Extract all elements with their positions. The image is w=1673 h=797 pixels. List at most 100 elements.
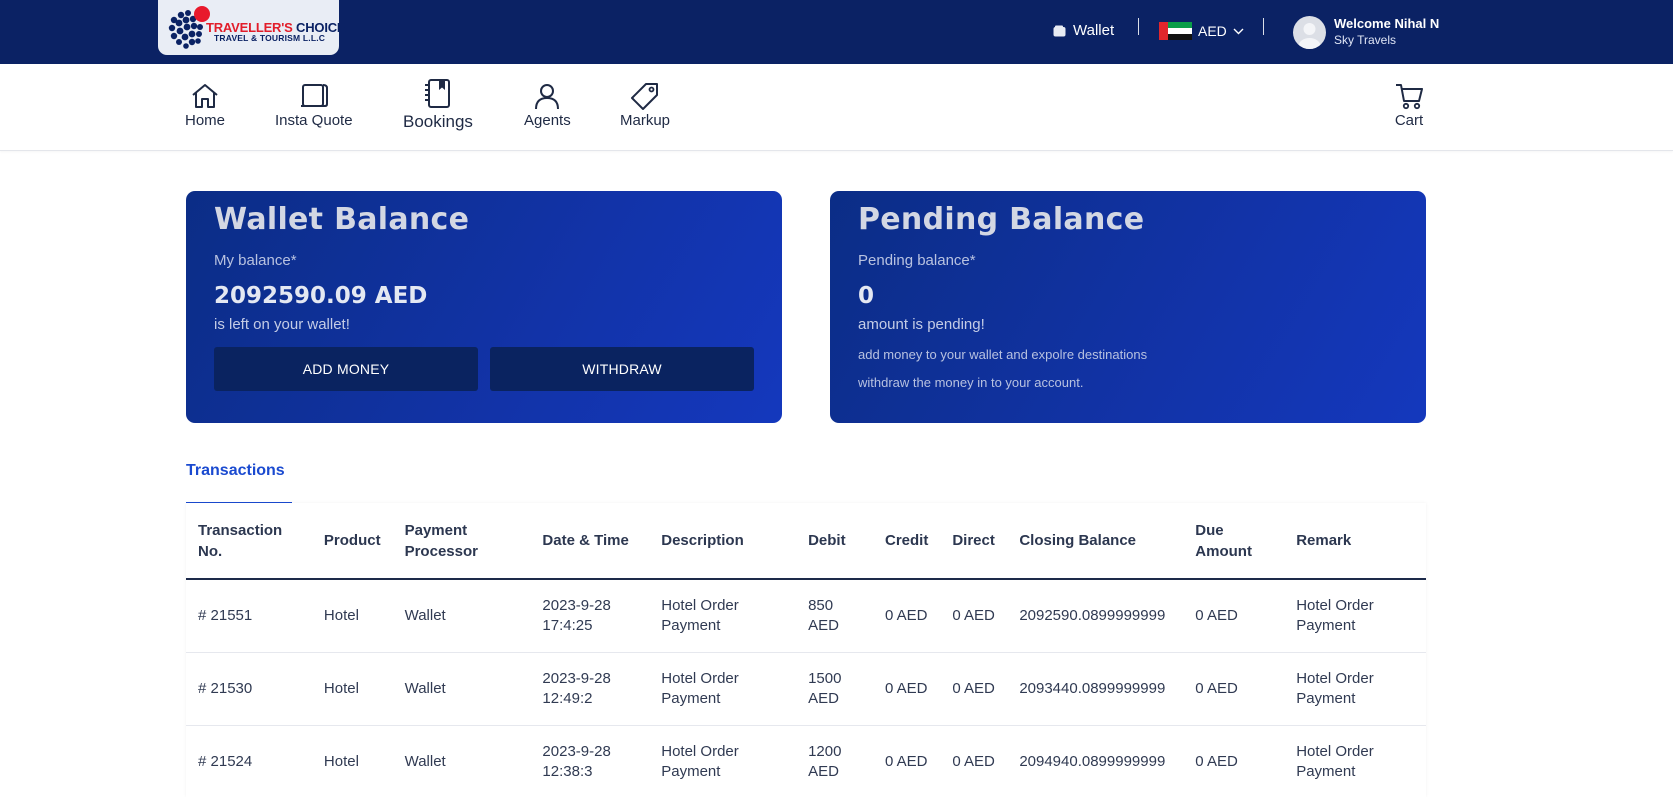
avatar-silhouette-icon	[1298, 23, 1321, 49]
processor-cell: Wallet	[392, 652, 531, 726]
column-header: Description	[649, 503, 797, 580]
description-cell: Hotel Order Payment	[649, 725, 797, 797]
wallet-balance-amount: 2092590.09 AED	[214, 283, 428, 309]
transactions-tabs: Transactions	[186, 462, 285, 480]
top-header: TRAVELLER'S CHOICE TRAVEL & TOURISM L.L.…	[0, 0, 1673, 64]
processor-cell: Wallet	[392, 579, 531, 653]
header-divider	[1263, 18, 1264, 35]
closing-balance-cell: 2092590.0899999999	[1007, 579, 1184, 653]
user-avatar[interactable]	[1293, 16, 1326, 49]
nav-label-bookings: Bookings	[403, 112, 473, 131]
debit-value: 1500	[808, 669, 842, 687]
credit-cell: 0 AED	[872, 725, 941, 797]
tab-transactions[interactable]: Transactions	[186, 462, 285, 480]
remark-cell: Hotel Order Payment	[1284, 652, 1426, 726]
direct-cell: 0 AED	[940, 579, 1008, 653]
company-logo[interactable]: TRAVELLER'S CHOICE TRAVEL & TOURISM L.L.…	[158, 0, 346, 55]
credit-cell: 0 AED	[872, 652, 941, 726]
datetime-cell: 2023-9-28 12:38:3	[530, 725, 650, 797]
header-wallet-link[interactable]: Wallet	[1053, 22, 1114, 39]
column-header: Payment Processor	[392, 503, 531, 580]
wallet-card-subtitle: My balance*	[214, 252, 297, 269]
date-text: 2023-9-28	[542, 669, 611, 687]
column-header: Direct	[940, 503, 1008, 580]
debit-cell: 1500 AED	[796, 652, 873, 726]
product-cell: Hotel	[311, 725, 393, 797]
cart-icon	[1396, 84, 1423, 110]
product-cell: Hotel	[311, 652, 393, 726]
date-text: 2023-9-28	[542, 596, 611, 614]
direct-cell: 0 AED	[940, 652, 1008, 726]
bookings-icon	[424, 79, 450, 108]
transaction-number: # 21524	[186, 725, 312, 797]
nav-label-markup: Markup	[620, 112, 671, 129]
closing-balance-cell: 2094940.0899999999	[1007, 725, 1184, 797]
transaction-number: # 21551	[186, 579, 312, 653]
wallet-balance-card: Wallet Balance My balance* 2092590.09 AE…	[186, 191, 782, 423]
debit-unit: AED	[808, 762, 839, 780]
description-cell: Hotel Order Payment	[649, 579, 797, 653]
closing-balance-cell: 2093440.0899999999	[1007, 652, 1184, 726]
direct-cell: 0 AED	[940, 725, 1008, 797]
quote-icon	[300, 84, 328, 107]
credit-cell: 0 AED	[872, 579, 941, 653]
debit-unit: AED	[808, 616, 839, 634]
table-row[interactable]: # 21524 Hotel Wallet 2023-9-28 12:38:3 Ho…	[186, 725, 1426, 797]
time-text: 12:38:3	[542, 762, 593, 780]
logo-dots-icon	[168, 6, 210, 49]
nav-item-insta-quote[interactable]: Insta Quote	[275, 82, 353, 129]
currency-label: AED	[1198, 23, 1227, 39]
debit-unit: AED	[808, 689, 839, 707]
due-amount-cell: 0 AED	[1183, 579, 1285, 653]
column-header: Transaction No.	[186, 503, 312, 580]
date-text: 2023-9-28	[542, 742, 611, 760]
user-greeting: Welcome Nihal N	[1334, 16, 1440, 31]
withdraw-button[interactable]: WITHDRAW	[490, 347, 754, 391]
nav-item-cart[interactable]: Cart	[1394, 82, 1424, 129]
time-text: 17:4:25	[542, 616, 593, 634]
product-cell: Hotel	[311, 579, 393, 653]
column-header: Remark	[1284, 503, 1426, 580]
column-header: Closing Balance	[1007, 503, 1184, 580]
add-money-button[interactable]: ADD MONEY	[214, 347, 478, 391]
column-header: Debit	[796, 503, 873, 580]
column-header: Due Amount	[1183, 503, 1285, 580]
pending-card-info-add: add money to your wallet and expolre des…	[858, 347, 1148, 362]
logo-tagline: TRAVEL & TOURISM L.L.C	[214, 33, 326, 43]
datetime-cell: 2023-9-28 17:4:25	[530, 579, 650, 653]
nav-item-agents[interactable]: Agents	[524, 82, 571, 129]
description-cell: Hotel Order Payment	[649, 652, 797, 726]
column-header: Credit	[872, 503, 941, 580]
tag-icon	[631, 83, 659, 110]
debit-value: 1200	[808, 742, 842, 760]
currency-selector[interactable]: AED	[1159, 22, 1244, 40]
table-row[interactable]: # 21530 Hotel Wallet 2023-9-28 12:49:2 Ho…	[186, 652, 1426, 726]
main-nav: Home Insta Quote Bookings Agents Markup …	[0, 64, 1673, 151]
transactions-table-container[interactable]: Transaction No. Product Payment Processo…	[186, 503, 1426, 797]
wallet-card-title: Wallet Balance	[214, 202, 470, 237]
nav-item-bookings[interactable]: Bookings	[403, 78, 473, 132]
debit-value: 850	[808, 596, 834, 614]
header-divider	[1138, 18, 1139, 35]
nav-label-home: Home	[185, 112, 226, 129]
nav-label-insta-quote: Insta Quote	[275, 112, 353, 129]
nav-label-agents: Agents	[524, 112, 571, 129]
user-company: Sky Travels	[1334, 33, 1397, 47]
debit-cell: 1200 AED	[796, 725, 873, 797]
nav-item-home[interactable]: Home	[185, 82, 225, 129]
header-wallet-label: Wallet	[1073, 22, 1115, 39]
remark-cell: Hotel Order Payment	[1284, 579, 1426, 653]
wallet-icon	[1053, 25, 1066, 36]
due-amount-cell: 0 AED	[1183, 725, 1285, 797]
table-row[interactable]: # 21551 Hotel Wallet 2023-9-28 17:4:25 Ho…	[186, 579, 1426, 653]
wallet-card-note: is left on your wallet!	[214, 316, 350, 333]
pending-card-info-withdraw: withdraw the money in to your account.	[858, 375, 1084, 390]
pending-card-subtitle: Pending balance*	[858, 252, 976, 269]
nav-label-cart: Cart	[1394, 112, 1424, 129]
column-header: Product	[311, 503, 393, 580]
time-text: 12:49:2	[542, 689, 593, 707]
uae-flag-icon	[1159, 22, 1192, 40]
nav-item-markup[interactable]: Markup	[620, 82, 670, 129]
due-amount-cell: 0 AED	[1183, 652, 1285, 726]
transactions-table: Transaction No. Product Payment Processo…	[186, 503, 1426, 797]
